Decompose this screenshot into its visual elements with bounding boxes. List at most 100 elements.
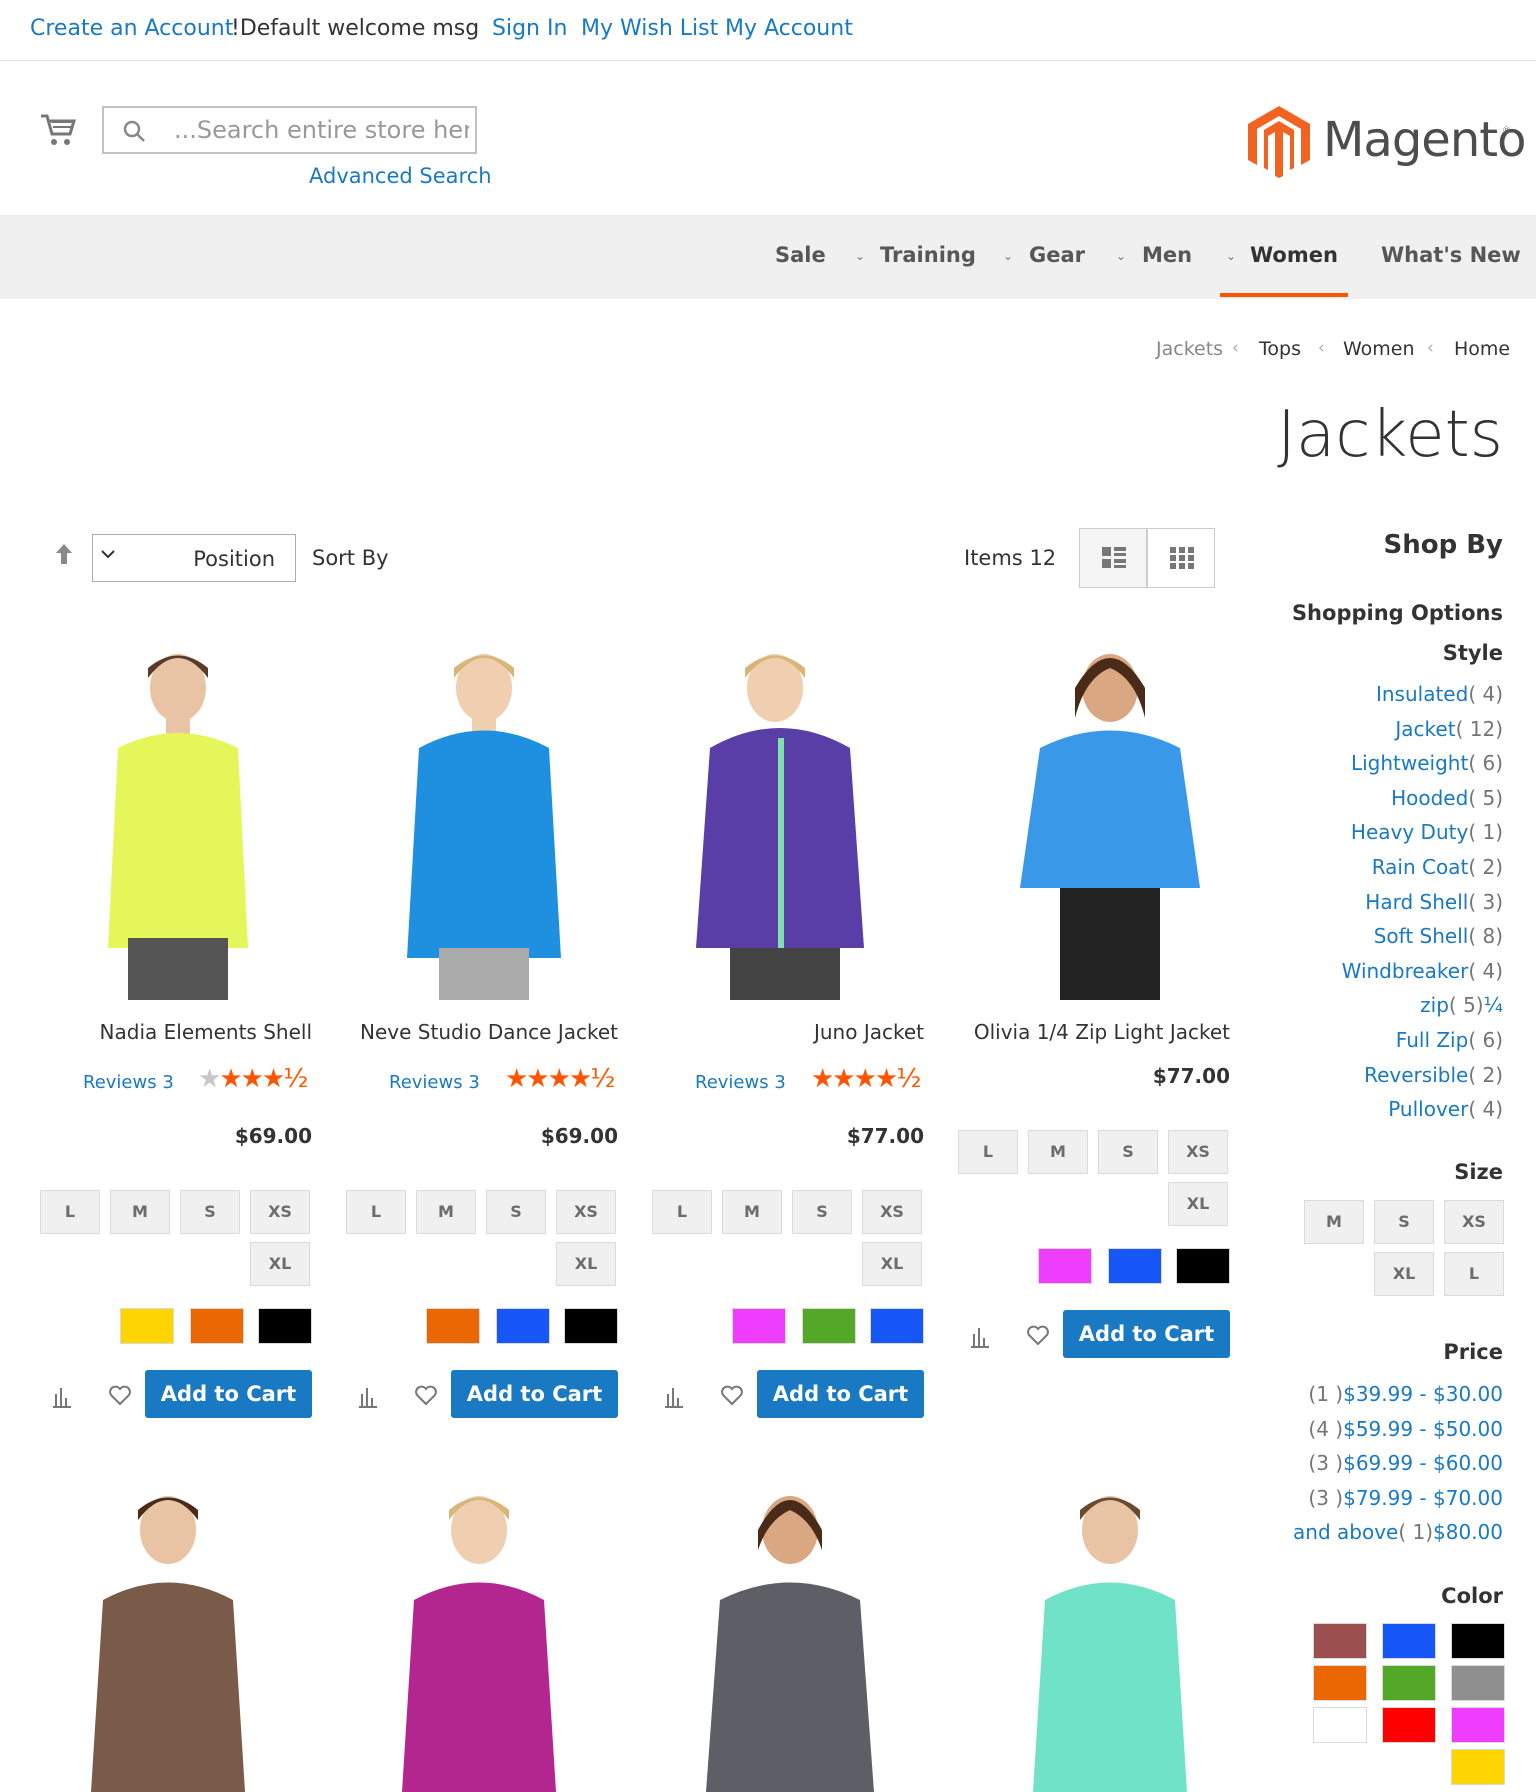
size-option[interactable]: XS — [862, 1190, 922, 1234]
price-option-label[interactable]: and above — [1293, 1520, 1398, 1544]
style-option-label[interactable]: Rain Coat — [1372, 855, 1469, 879]
wishlist-heart-icon[interactable] — [1026, 1324, 1050, 1350]
nav-training[interactable]: Training — [880, 243, 976, 267]
style-option-label[interactable]: Pullover — [1388, 1097, 1468, 1121]
size-option[interactable]: M — [1028, 1130, 1088, 1174]
size-option[interactable]: XL — [250, 1242, 310, 1286]
product-image[interactable] — [640, 1490, 940, 1792]
size-filter-option[interactable]: M — [1304, 1200, 1364, 1244]
style-option-label[interactable]: Heavy Duty — [1351, 820, 1468, 844]
size-option[interactable]: XL — [1168, 1182, 1228, 1226]
product-image[interactable] — [960, 648, 1260, 1000]
style-filter-option[interactable]: Full Zip( 6) — [1396, 1028, 1503, 1052]
search-input[interactable] — [174, 114, 469, 146]
color-filter-swatch[interactable] — [1313, 1707, 1367, 1743]
style-option-label[interactable]: Reversible — [1364, 1063, 1468, 1087]
size-option[interactable]: XS — [250, 1190, 310, 1234]
color-filter-title[interactable]: Color — [1441, 1584, 1503, 1608]
sign-in-link[interactable]: Sign In — [492, 16, 567, 41]
compare-icon[interactable] — [52, 1386, 72, 1412]
size-option[interactable]: L — [346, 1190, 406, 1234]
style-option-label[interactable]: Soft Shell — [1374, 924, 1469, 948]
price-filter-option[interactable]: (3 )$69.99 - $60.00 — [1308, 1451, 1503, 1475]
size-option[interactable]: S — [792, 1190, 852, 1234]
color-swatch[interactable] — [1108, 1248, 1162, 1284]
size-option[interactable]: S — [486, 1190, 546, 1234]
size-option[interactable]: XL — [556, 1242, 616, 1286]
style-filter-option[interactable]: Windbreaker( 4) — [1342, 959, 1503, 983]
create-account-link[interactable]: Create an Account — [30, 16, 233, 41]
color-filter-swatch[interactable] — [1451, 1749, 1505, 1785]
style-option-label[interactable]: zip — [1420, 993, 1449, 1017]
compare-icon[interactable] — [664, 1386, 684, 1412]
style-option-label[interactable]: Hard Shell — [1365, 890, 1468, 914]
cart-icon[interactable] — [40, 112, 77, 148]
add-to-cart-button[interactable]: Add to Cart — [1063, 1310, 1230, 1358]
wishlist-heart-icon[interactable] — [414, 1384, 438, 1410]
color-swatch[interactable] — [802, 1308, 856, 1344]
add-to-cart-button[interactable]: Add to Cart — [145, 1370, 312, 1418]
style-option-label[interactable]: Insulated — [1376, 682, 1468, 706]
nav-men[interactable]: Men — [1142, 243, 1192, 267]
add-to-cart-button[interactable]: Add to Cart — [451, 1370, 618, 1418]
nav-women[interactable]: Women — [1250, 243, 1338, 267]
color-filter-swatch[interactable] — [1382, 1665, 1436, 1701]
style-option-label[interactable]: Hooded — [1391, 786, 1468, 810]
product-image[interactable] — [334, 1490, 634, 1792]
color-filter-swatch[interactable] — [1451, 1665, 1505, 1701]
size-option[interactable]: S — [180, 1190, 240, 1234]
style-filter-option[interactable]: Reversible( 2) — [1364, 1063, 1503, 1087]
magento-logo-icon[interactable] — [1246, 104, 1312, 182]
color-filter-swatch[interactable] — [1451, 1707, 1505, 1743]
style-filter-option[interactable]: Soft Shell( 8) — [1374, 924, 1503, 948]
sort-direction-icon[interactable] — [56, 544, 72, 570]
wishlist-heart-icon[interactable] — [108, 1384, 132, 1410]
color-filter-swatch[interactable] — [1313, 1623, 1367, 1659]
size-option[interactable]: S — [1098, 1130, 1158, 1174]
list-view-button[interactable] — [1079, 528, 1147, 588]
price-filter-option[interactable]: and above( 1)$80.00 — [1293, 1520, 1503, 1544]
color-swatch[interactable] — [732, 1308, 786, 1344]
color-filter-swatch[interactable] — [1451, 1623, 1505, 1659]
product-name[interactable]: Neve Studio Dance Jacket — [360, 1020, 618, 1044]
breadcrumb-tops[interactable]: Tops — [1259, 338, 1301, 360]
reviews-link[interactable]: Reviews 3 — [83, 1072, 174, 1093]
color-filter-swatch[interactable] — [1382, 1623, 1436, 1659]
color-swatch[interactable] — [1176, 1248, 1230, 1284]
size-option[interactable]: M — [110, 1190, 170, 1234]
style-filter-option[interactable]: Heavy Duty( 1) — [1351, 820, 1503, 844]
add-to-cart-button[interactable]: Add to Cart — [757, 1370, 924, 1418]
price-option-label[interactable]: $39.99 - $30.00 — [1343, 1382, 1503, 1406]
style-filter-option[interactable]: zip( 5)¼ — [1420, 993, 1503, 1017]
product-image[interactable] — [28, 1490, 328, 1792]
nav-gear[interactable]: Gear — [1029, 243, 1085, 267]
wishlist-heart-icon[interactable] — [720, 1384, 744, 1410]
size-option[interactable]: XL — [862, 1242, 922, 1286]
sort-select[interactable]: Position — [92, 534, 296, 582]
breadcrumb-women[interactable]: Women — [1343, 338, 1415, 360]
size-filter-option[interactable]: L — [1444, 1252, 1504, 1296]
product-image[interactable] — [28, 648, 328, 1000]
style-filter-option[interactable]: Pullover( 4) — [1388, 1097, 1503, 1121]
advanced-search-link[interactable]: Advanced Search — [309, 164, 492, 188]
style-filter-option[interactable]: Hard Shell( 3) — [1365, 890, 1503, 914]
style-option-label[interactable]: Windbreaker — [1342, 959, 1469, 983]
size-filter-option[interactable]: XS — [1444, 1200, 1504, 1244]
nav-sale[interactable]: Sale — [775, 243, 826, 267]
color-swatch[interactable] — [120, 1308, 174, 1344]
style-filter-option[interactable]: Insulated( 4) — [1376, 682, 1503, 706]
size-option[interactable]: M — [416, 1190, 476, 1234]
price-option-label[interactable]: $80.00 — [1433, 1520, 1503, 1544]
size-option[interactable]: M — [722, 1190, 782, 1234]
size-option[interactable]: L — [652, 1190, 712, 1234]
color-swatch[interactable] — [564, 1308, 618, 1344]
price-option-label[interactable]: $79.99 - $70.00 — [1343, 1486, 1503, 1510]
style-filter-option[interactable]: Jacket( 12) — [1395, 717, 1503, 741]
price-filter-option[interactable]: (3 )$79.99 - $70.00 — [1308, 1486, 1503, 1510]
color-swatch[interactable] — [190, 1308, 244, 1344]
size-option[interactable]: L — [40, 1190, 100, 1234]
color-swatch[interactable] — [258, 1308, 312, 1344]
size-filter-option[interactable]: XL — [1374, 1252, 1434, 1296]
size-filter-title[interactable]: Size — [1454, 1160, 1503, 1184]
nav-whats-new[interactable]: What's New — [1381, 243, 1521, 267]
